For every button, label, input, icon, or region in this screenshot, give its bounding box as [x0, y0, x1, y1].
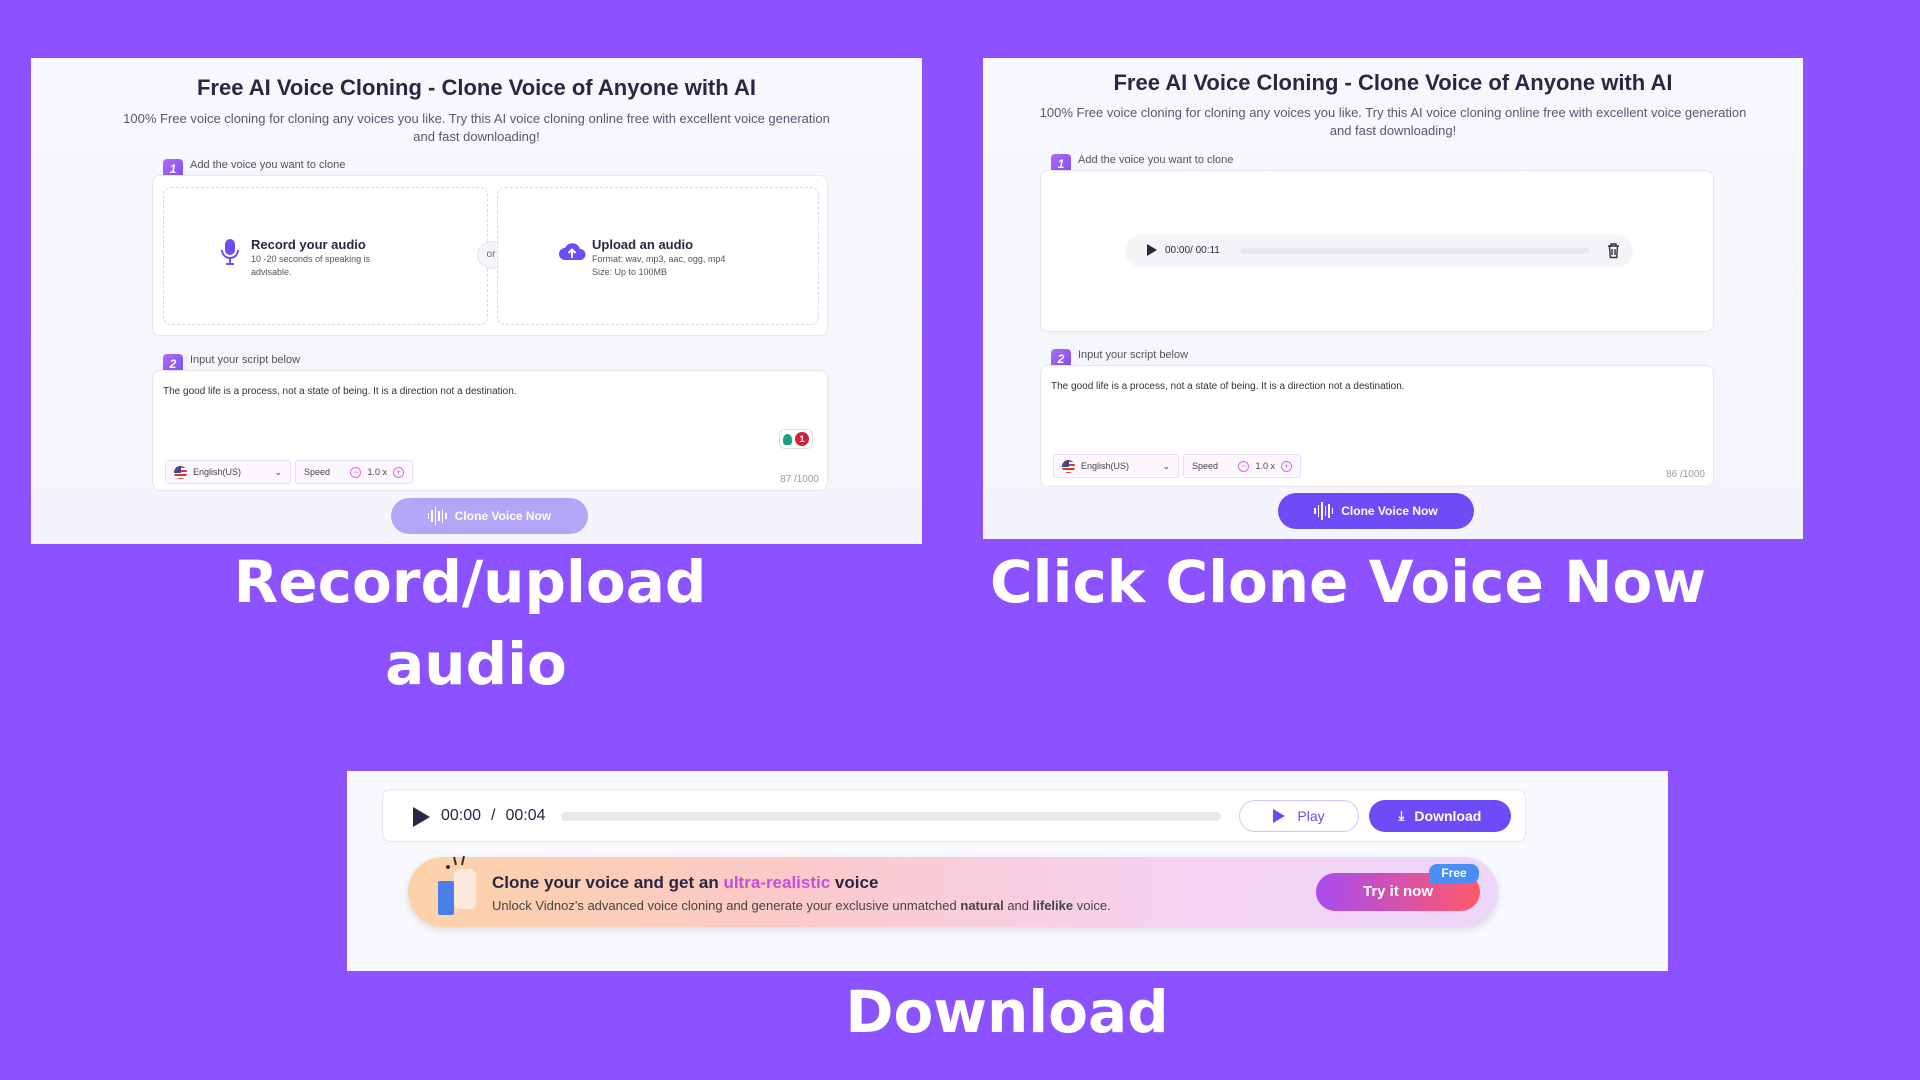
promo-banner: Clone your voice and get an ultra-realis… [408, 855, 1498, 927]
page-subtitle: 100% Free voice cloning for cloning any … [123, 111, 830, 144]
play-button[interactable]: Play [1239, 800, 1359, 832]
upload-audio-card[interactable]: Upload an audio Format: wav, mp3, aac, o… [497, 187, 819, 325]
waveform-icon [1314, 502, 1334, 520]
promo-description: Unlock Vidnoz's advanced voice cloning a… [492, 898, 1111, 913]
speed-control: Speed −1.0 x + [295, 460, 413, 484]
play-label: Play [1297, 808, 1325, 824]
speed-increase-button[interactable]: + [1281, 460, 1292, 472]
character-count: 86 /1000 [1666, 469, 1705, 480]
free-badge: Free [1429, 864, 1479, 883]
microphone-icon [221, 239, 239, 265]
cloud-upload-icon [559, 243, 586, 260]
caption-audio: audio [385, 630, 567, 698]
language-value: English(US) [1081, 461, 1130, 471]
step-1-label: Add the voice you want to clone [1078, 154, 1234, 166]
clone-button-label: Clone Voice Now [454, 509, 552, 523]
language-value: English(US) [193, 467, 242, 477]
script-textarea[interactable]: The good life is a process, not a state … [1040, 365, 1714, 487]
thumbs-up-icon [438, 855, 476, 915]
speed-control: Speed −1.0 x + [1183, 454, 1301, 478]
upload-size: Size: Up to 100MB [592, 267, 668, 277]
caption-click-clone: Click Clone Voice Now [990, 548, 1706, 616]
speed-decrease-button[interactable]: − [350, 466, 362, 478]
page-title: Free AI Voice Cloning - Clone Voice of A… [1113, 70, 1673, 95]
download-button[interactable]: ⤓ Download [1369, 800, 1511, 832]
audio-time: 00:00/ 00:11 [1165, 245, 1220, 256]
speed-value: 1.0 x [1255, 461, 1275, 471]
duration: 00:04 [505, 807, 546, 824]
page-title: Free AI Voice Cloning - Clone Voice of A… [196, 75, 756, 100]
upload-title: Upload an audio [592, 237, 694, 252]
us-flag-icon [1062, 459, 1075, 473]
clone-button-label: Clone Voice Now [1341, 504, 1438, 518]
speed-value: 1.0 x [367, 467, 387, 477]
play-icon [1273, 809, 1286, 823]
record-description: 10 -20 seconds of speaking is advisable. [251, 254, 371, 277]
voice-input-box: Record your audio 10 -20 seconds of spea… [152, 175, 828, 336]
chevron-down-icon: ⌄ [1162, 460, 1170, 471]
speed-label: Speed [1192, 461, 1219, 471]
clone-voice-now-button[interactable]: Clone Voice Now [1278, 493, 1474, 529]
script-textarea[interactable]: The good life is a process, not a state … [152, 370, 828, 491]
caption-download: Download [845, 978, 1169, 1046]
language-select[interactable]: English(US) ⌄ [1053, 454, 1179, 478]
speed-increase-button[interactable]: + [393, 466, 404, 478]
download-label: Download [1414, 808, 1482, 824]
current-time: 00:00 [441, 807, 482, 824]
audio-progress-bar[interactable] [1240, 248, 1590, 254]
grammar-checker-widget[interactable]: 1 [779, 429, 813, 449]
waveform-icon [427, 507, 447, 525]
uploaded-audio-player: 00:00/ 00:11 [1125, 235, 1633, 267]
step-2-label: Input your script below [190, 354, 301, 366]
language-select[interactable]: English(US) ⌄ [165, 460, 291, 484]
caption-record-upload: Record/upload [233, 548, 707, 616]
grammarly-icon [783, 433, 792, 445]
record-audio-card[interactable]: Record your audio 10 -20 seconds of spea… [163, 187, 488, 325]
step-clone-screenshot: Free AI Voice Cloning - Clone Voice of A… [983, 58, 1803, 539]
voice-input-box: 00:00/ 00:11 [1040, 170, 1714, 332]
step-2-label: Input your script below [1078, 349, 1189, 361]
download-icon: ⤓ [1398, 808, 1405, 823]
audio-time: 00:00/00:04 [441, 807, 546, 824]
character-count: 87 /1000 [780, 474, 819, 485]
upload-format: Format: wav, mp3, aac, ogg, mp4 [592, 254, 726, 264]
audio-progress-bar[interactable] [561, 812, 1221, 821]
grammar-issue-count: 1 [795, 432, 809, 446]
step-record-upload-screenshot: Free AI Voice Cloning - Clone Voice of A… [31, 58, 922, 544]
step-download-screenshot: 00:00/00:04 Play ⤓ Download Clone your vo… [347, 771, 1668, 971]
script-text: The good life is a process, not a state … [163, 386, 517, 397]
speed-label: Speed [304, 467, 331, 477]
chevron-down-icon: ⌄ [274, 466, 282, 477]
script-text: The good life is a process, not a state … [1051, 381, 1405, 392]
page-subtitle: 100% Free voice cloning for cloning any … [1039, 105, 1747, 138]
play-icon[interactable] [1147, 244, 1157, 256]
record-title: Record your audio [251, 237, 366, 252]
result-audio-player: 00:00/00:04 Play ⤓ Download [382, 789, 1526, 842]
play-icon[interactable] [413, 807, 430, 827]
trash-icon[interactable] [1607, 243, 1620, 259]
us-flag-icon [174, 465, 187, 479]
speed-decrease-button[interactable]: − [1238, 460, 1250, 472]
step-1-label: Add the voice you want to clone [190, 159, 346, 171]
clone-voice-now-button[interactable]: Clone Voice Now [391, 498, 588, 534]
promo-title: Clone your voice and get an ultra-realis… [492, 873, 879, 892]
